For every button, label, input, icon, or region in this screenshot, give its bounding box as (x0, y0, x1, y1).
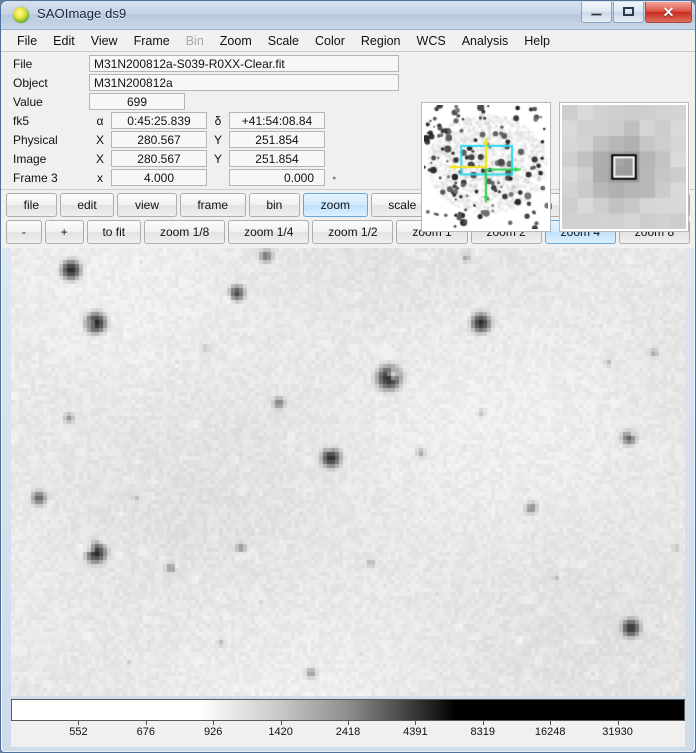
image-row: Image X 280.567 Y 251.854 (7, 149, 413, 168)
image-canvas-area[interactable]: M31N 2008-12a (11, 248, 685, 696)
button-zoom-1-2[interactable]: zoom 1/2 (312, 220, 394, 244)
ds9-logo-icon (13, 7, 29, 23)
colorbar-tick-label: 31930 (602, 726, 633, 738)
frame-label: Frame 3 (13, 170, 58, 185)
button-zoom-1-4[interactable]: zoom 1/4 (228, 220, 310, 244)
colorbar-tickmark (145, 721, 147, 725)
close-icon[interactable]: ✕ (645, 2, 692, 23)
button-file[interactable]: file (6, 193, 57, 217)
degree-icon: ° (326, 175, 337, 180)
frame-row: Frame 3 x 4.000 0.000 ° (7, 168, 413, 187)
menu-frame[interactable]: Frame (126, 32, 178, 50)
menu-view[interactable]: View (83, 32, 126, 50)
magnifier-panel (559, 102, 689, 232)
alpha-value[interactable]: 0:45:25.839 (111, 112, 207, 129)
object-row: Object M31N200812a (7, 73, 413, 92)
physical-x-symbol: X (95, 132, 104, 147)
menu-analysis[interactable]: Analysis (454, 32, 517, 50)
menu-wcs[interactable]: WCS (409, 32, 454, 50)
button-to-fit[interactable]: to fit (86, 220, 142, 244)
image-x-value[interactable]: 280.567 (111, 150, 207, 167)
physical-y-symbol: Y (213, 132, 222, 147)
title-bar: SAOImage ds9 ✕ (1, 1, 695, 30)
colorbar[interactable] (11, 699, 685, 721)
colorbar-tick-label: 16248 (534, 726, 566, 738)
magnifier-canvas (562, 105, 686, 229)
value-row: Value 699 (7, 92, 413, 111)
colorbar-tickmark (617, 721, 619, 725)
image-x-symbol: X (95, 151, 104, 166)
colorbar-ticks: 552 676 926 1420 2418 4391 8319 16248 31930 (11, 721, 685, 747)
button-frame[interactable]: frame (179, 193, 246, 217)
colorbar-tick-label: 8319 (470, 726, 496, 738)
physical-y-value[interactable]: 251.854 (229, 131, 325, 148)
delta-value[interactable]: +41:54:08.84 (229, 112, 325, 129)
image-y-value[interactable]: 251.854 (229, 150, 325, 167)
colorbar-tickmark (280, 721, 282, 725)
delta-symbol: δ (214, 113, 222, 128)
colorbar-tick-label: 4391 (403, 726, 428, 738)
wcs-system-label: fk5 (13, 113, 30, 128)
menu-zoom[interactable]: Zoom (212, 32, 260, 50)
wcs-row: fk5 α 0:45:25.839 δ +41:54:08.84 (7, 111, 413, 130)
file-value[interactable]: M31N200812a-S039-R0XX-Clear.fit (89, 55, 399, 72)
colorbar-area: 552 676 926 1420 2418 4391 8319 16248 31930 (11, 699, 685, 747)
frame-zoom-value[interactable]: 4.000 (111, 169, 207, 186)
menu-scale[interactable]: Scale (260, 32, 307, 50)
button-zoom-1-8[interactable]: zoom 1/8 (144, 220, 226, 244)
colorbar-tick-label: 2418 (335, 726, 361, 738)
button-bin[interactable]: bin (248, 193, 300, 217)
menu-bin: Bin (185, 33, 204, 48)
window-controls: ✕ (580, 2, 692, 23)
colorbar-tickmark (550, 721, 552, 725)
file-label: File (13, 56, 33, 71)
button-zoom[interactable]: zoom (302, 193, 368, 217)
button-edit[interactable]: edit (59, 193, 115, 217)
physical-row: Physical X 280.567 Y 251.854 (7, 130, 413, 149)
colorbar-tickmark (482, 721, 484, 725)
menu-file[interactable]: File (9, 32, 45, 50)
fits-image-canvas[interactable] (11, 248, 685, 696)
window-title: SAOImage ds9 (37, 6, 127, 21)
colorbar-tick-label: 926 (204, 726, 223, 738)
menu-edit[interactable]: Edit (45, 32, 83, 50)
panner-panel[interactable] (421, 102, 551, 232)
button-view[interactable]: view (117, 193, 177, 217)
file-row: File M31N200812a-S039-R0XX-Clear.fit (7, 54, 413, 73)
object-value[interactable]: M31N200812a (89, 74, 399, 91)
menu-bar: File Edit View Frame Bin Zoom Scale Color Region… (1, 30, 695, 52)
physical-label: Physical (13, 132, 58, 147)
menu-color[interactable]: Color (307, 32, 353, 50)
colorbar-tickmark (348, 721, 349, 725)
colorbar-tickmark (78, 721, 80, 725)
frame-zoom-symbol: x (97, 170, 103, 185)
colorbar-tickmark (213, 721, 215, 725)
button--[interactable]: - (6, 220, 42, 244)
frame-angle-value[interactable]: 0.000 (229, 169, 325, 186)
button--[interactable]: + (44, 220, 84, 244)
ds9-window: SAOImage ds9 ✕ File Edit View Frame Bin Zoom S… (0, 0, 696, 753)
colorbar-tick-label: 552 (69, 726, 88, 738)
menu-region[interactable]: Region (353, 32, 409, 50)
panner-canvas[interactable] (424, 105, 548, 229)
colorbar-gradient[interactable] (12, 700, 684, 720)
info-panel: File M31N200812a-S039-R0XX-Clear.fit Obj… (1, 52, 695, 232)
image-label: Image (13, 151, 47, 166)
physical-x-value[interactable]: 280.567 (111, 131, 207, 148)
pixel-value[interactable]: 699 (89, 93, 185, 110)
alpha-symbol: α (96, 113, 104, 128)
menu-help[interactable]: Help (516, 32, 558, 50)
colorbar-tick-label: 1420 (268, 726, 293, 738)
minimize-icon[interactable] (581, 2, 612, 23)
value-label: Value (13, 94, 43, 109)
maximize-icon[interactable] (613, 2, 644, 23)
object-label: Object (13, 75, 48, 90)
colorbar-tick-label: 676 (136, 726, 155, 738)
colorbar-tickmark (415, 721, 417, 725)
image-y-symbol: Y (213, 151, 222, 166)
